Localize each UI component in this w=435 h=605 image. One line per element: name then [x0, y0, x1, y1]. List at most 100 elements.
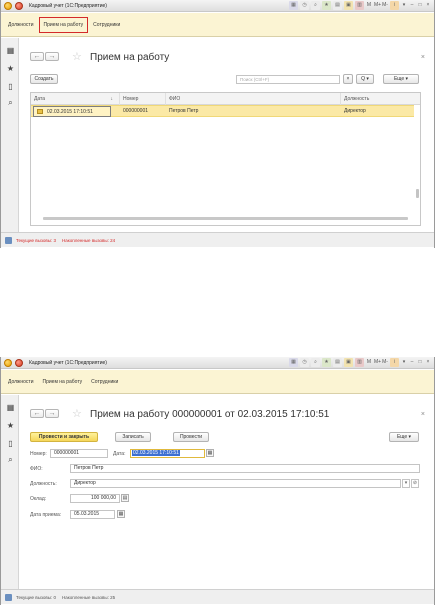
cell-fio[interactable]: Петров Петр — [166, 106, 341, 117]
calendar-icon[interactable]: ▦ — [206, 449, 214, 457]
info-icon[interactable]: i — [390, 1, 399, 10]
maximize-icon[interactable]: □ — [417, 358, 423, 367]
toolbar-calendar-icon[interactable]: ▣ — [344, 1, 353, 10]
toolbar-mminus-button[interactable]: M- — [382, 358, 388, 367]
date-field[interactable]: 02.03.2015 17:10:51 — [130, 449, 205, 458]
section-hiring[interactable]: Прием на работу — [38, 16, 89, 33]
forward-arrow-icon[interactable]: → — [45, 409, 59, 418]
cell-position[interactable]: Директор — [341, 106, 414, 117]
calculator-icon[interactable]: ▤ — [121, 494, 129, 502]
section-positions[interactable]: Должности — [4, 375, 38, 389]
fio-label: ФИО: — [30, 466, 43, 472]
section-employees[interactable]: Сотрудники — [87, 375, 122, 389]
post-button[interactable]: Провести — [173, 432, 209, 442]
table-row[interactable]: 02.03.2015 17:10:51 000000001 Петров Пет… — [31, 105, 414, 117]
toolbar-print-icon[interactable]: ▤ — [333, 358, 342, 367]
history-icon[interactable]: ▯ — [6, 82, 15, 91]
toolbar-search-icon[interactable]: ⌕ — [311, 1, 320, 10]
toolbar-star-icon[interactable]: ★ — [322, 1, 331, 10]
number-label: Номер: — [30, 451, 47, 457]
toolbar-history-icon[interactable]: ◷ — [300, 1, 309, 10]
vertical-scrollbar[interactable] — [416, 189, 419, 198]
toolbar-grid-icon[interactable]: ▦ — [289, 358, 298, 367]
accumulated-calls: Накопленные вызовы: 24 — [62, 237, 116, 243]
position-field[interactable]: Директор — [70, 479, 401, 488]
toolbar-calc-icon[interactable]: ▥ — [355, 1, 364, 10]
sections-panel: Должности Прием на работу Сотрудники — [1, 13, 434, 37]
close-icon[interactable]: × — [425, 358, 431, 367]
form-close-icon[interactable]: × — [421, 54, 425, 61]
toolbar-star-icon[interactable]: ★ — [322, 358, 331, 367]
search-icon[interactable]: ⌕ — [6, 455, 15, 464]
toolbar-calc-icon[interactable]: ▥ — [355, 358, 364, 367]
maximize-icon[interactable]: □ — [417, 1, 423, 10]
info-icon[interactable]: i — [390, 358, 399, 367]
dropdown-icon[interactable]: ▾ — [401, 358, 407, 367]
toolbar-history-icon[interactable]: ◷ — [300, 358, 309, 367]
minimize-icon[interactable]: – — [409, 358, 415, 367]
forward-arrow-icon[interactable]: → — [45, 52, 59, 61]
minimize-icon[interactable]: – — [409, 1, 415, 10]
calendar-icon[interactable]: ▦ — [117, 510, 125, 518]
toolbar-mminus-button[interactable]: M- — [382, 1, 388, 10]
create-button[interactable]: Создать — [30, 74, 58, 84]
favorites-star-icon[interactable]: ★ — [6, 421, 15, 430]
dropdown-icon[interactable]: ▾ — [401, 1, 407, 10]
close-icon[interactable]: × — [425, 1, 431, 10]
toolbar-m-button[interactable]: M — [366, 1, 372, 10]
chevron-down-icon[interactable]: ▾ — [402, 479, 410, 488]
horizontal-scrollbar[interactable] — [43, 217, 408, 220]
column-header-date[interactable]: Дата ↓ — [31, 93, 120, 105]
search-icon[interactable]: ⌕ — [6, 98, 15, 107]
number-field[interactable]: 000000001 — [50, 449, 108, 458]
app-window-document: Кадровый учет (1С:Предприятие) ▦ ◷ ⌕ ★ ▤… — [0, 357, 435, 605]
favorite-star-icon[interactable]: ☆ — [72, 50, 82, 63]
posted-document-icon — [37, 109, 43, 115]
left-toolbar: ▦ ★ ▯ ⌕ — [1, 395, 19, 589]
nav-buttons: ← → — [30, 409, 59, 418]
column-header-number[interactable]: Номер — [120, 93, 166, 105]
back-arrow-icon[interactable]: ← — [30, 52, 44, 61]
post-and-close-button[interactable]: Провести и закрыть — [30, 432, 98, 442]
window-title: Кадровый учет (1С:Предприятие) — [29, 359, 107, 366]
favorites-star-icon[interactable]: ★ — [6, 64, 15, 73]
list-form: ← → ☆ Прием на работу × Создать Поиск (C… — [20, 38, 433, 232]
salary-field[interactable]: 100 000,00 — [70, 494, 120, 503]
search-clear-button[interactable]: × — [343, 74, 353, 84]
sections-panel: Должности Прием на работу Сотрудники — [1, 370, 434, 394]
form-close-icon[interactable]: × — [421, 411, 425, 418]
column-header-position[interactable]: Должность — [341, 93, 420, 105]
more-menu-button[interactable]: Еще ▾ — [389, 432, 419, 442]
section-hiring[interactable]: Прием на работу — [39, 375, 87, 389]
menu-grid-icon[interactable]: ▦ — [6, 403, 15, 412]
position-label: Должность: — [30, 481, 57, 487]
open-link-icon[interactable]: ⊘ — [411, 479, 419, 488]
fio-field[interactable]: Петров Петр — [70, 464, 420, 473]
back-arrow-icon[interactable]: ← — [30, 409, 44, 418]
app-window-list: Кадровый учет (1С:Предприятие) ▦ ◷ ⌕ ★ ▤… — [0, 0, 435, 248]
favorite-star-icon[interactable]: ☆ — [72, 407, 82, 420]
title-toolbar: ▦ ◷ ⌕ ★ ▤ ▣ ▥ M M+ M- i ▾ – □ × — [289, 1, 431, 10]
toolbar-mplus-button[interactable]: M+ — [374, 1, 381, 10]
more-menu-button[interactable]: Еще ▾ — [383, 74, 419, 84]
toolbar-calendar-icon[interactable]: ▣ — [344, 358, 353, 367]
app-menu-icon[interactable] — [15, 1, 23, 10]
section-positions[interactable]: Должности — [4, 18, 38, 32]
history-icon[interactable]: ▯ — [6, 439, 15, 448]
save-button[interactable]: Записать — [115, 432, 151, 442]
menu-grid-icon[interactable]: ▦ — [6, 46, 15, 55]
section-employees[interactable]: Сотрудники — [89, 18, 124, 32]
search-options-button[interactable]: Q ▾ — [356, 74, 374, 84]
app-menu-icon[interactable] — [15, 358, 23, 367]
toolbar-print-icon[interactable]: ▤ — [333, 1, 342, 10]
toolbar-search-icon[interactable]: ⌕ — [311, 358, 320, 367]
search-input[interactable]: Поиск (Ctrl+F) — [236, 75, 340, 84]
cell-date[interactable]: 02.03.2015 17:10:51 — [33, 106, 111, 117]
toolbar-mplus-button[interactable]: M+ — [374, 358, 381, 367]
toolbar-m-button[interactable]: M — [366, 358, 372, 367]
status-bar: Текущие вызовы: 3 Накопленные вызовы: 24 — [1, 232, 434, 247]
cell-number[interactable]: 000000001 — [120, 106, 166, 117]
column-header-fio[interactable]: ФИО — [166, 93, 341, 105]
toolbar-grid-icon[interactable]: ▦ — [289, 1, 298, 10]
hire-date-field[interactable]: 05.03.2015 — [70, 510, 115, 519]
